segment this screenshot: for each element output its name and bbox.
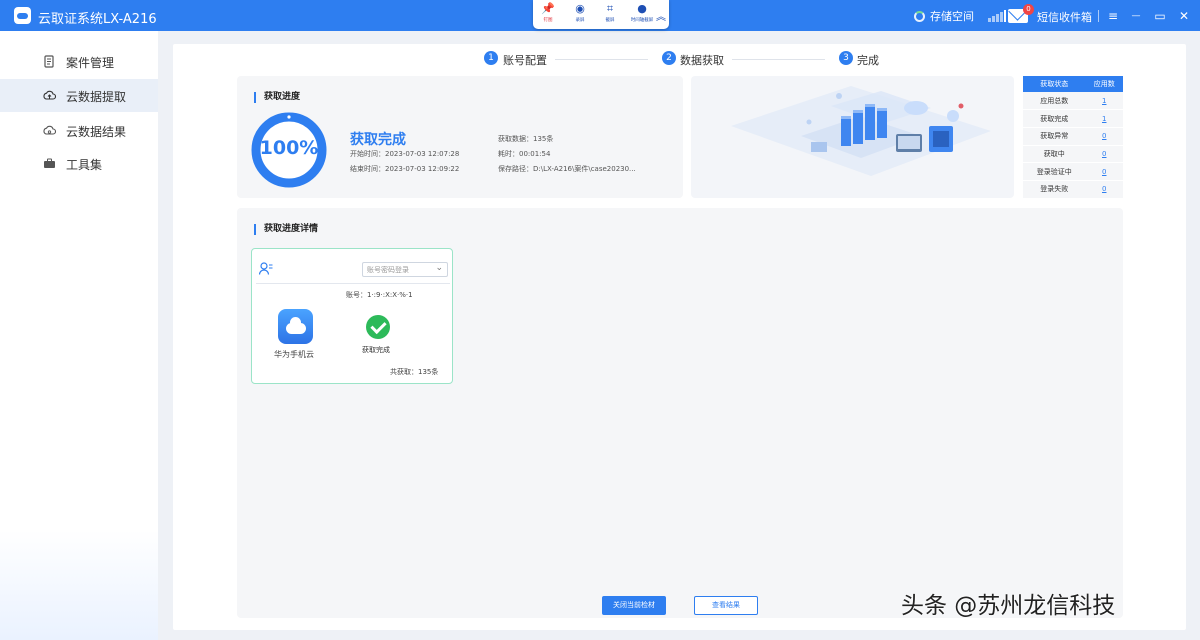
sidebar-item-cloud-result[interactable]: 云数据结果	[0, 114, 158, 147]
divider	[1098, 10, 1099, 22]
table-row: 获取中 0	[1023, 145, 1123, 164]
status-count-link[interactable]: 1	[1085, 109, 1123, 128]
sidebar: 案件管理 云数据提取 云数据结果 工具集	[0, 31, 158, 640]
app-title: 云取证系统LX-A216	[38, 12, 157, 27]
save-path: 保存路径：D:\LX-A216\案件\case20230...	[498, 165, 636, 173]
table-header: 获取状态	[1023, 76, 1086, 92]
duration: 耗时：00:01:54	[498, 150, 551, 158]
progress-detail-card: 获取进度详情 账号密码登录 ⌄ 账号：1·:9·:X:X·%·1 华为手机云 获…	[237, 208, 1123, 618]
status-label: 获取完成	[1023, 109, 1086, 128]
status-count-link[interactable]: 0	[1085, 127, 1123, 146]
status-count-link[interactable]: 0	[1085, 162, 1123, 181]
view-result-button[interactable]: 查看结果	[694, 596, 758, 615]
progress-status: 获取完成	[350, 132, 406, 148]
section-title: 获取进度	[254, 92, 300, 103]
storage-ring-icon	[914, 11, 925, 22]
status-count-link[interactable]: 1	[1085, 92, 1123, 111]
huawei-cloud-icon	[278, 309, 313, 344]
menu-icon[interactable]: ≡	[1104, 7, 1122, 25]
table-row: 获取完成 1	[1023, 109, 1123, 128]
total-count: 共获取：135条	[390, 368, 439, 376]
table-row: 获取异常 0	[1023, 127, 1123, 146]
chevron-down-icon: ⌄	[435, 263, 443, 273]
signal-icon	[988, 10, 1006, 22]
progress-card: 获取进度 100% 获取完成 开始时间：2023-07-03 12:07:28 …	[237, 76, 683, 198]
status-label: 登录验证中	[1023, 162, 1086, 181]
step-indicator: 1 账号配置 2 数据获取 3 完成	[173, 50, 1186, 68]
timeline-tool-button[interactable]: ● 时间轴截屏	[627, 2, 657, 28]
status-label: 登录失败	[1023, 180, 1086, 199]
status-count-link[interactable]: 0	[1085, 145, 1123, 164]
clock-icon: ●	[637, 2, 647, 15]
app-logo-icon	[14, 7, 31, 24]
main-panel: 1 账号配置 2 数据获取 3 完成 获取进度 100% 获取完成 开始时间：2…	[173, 44, 1186, 630]
end-time: 结束时间：2023-07-03 12:09:22	[350, 165, 460, 173]
minimize-icon[interactable]: —	[1127, 7, 1145, 25]
chevron-up-icon[interactable]: ︽	[656, 8, 666, 23]
cloud-upload-icon	[43, 90, 56, 100]
server-illustration	[691, 76, 1014, 198]
sidebar-item-cloud-extract[interactable]: 云数据提取	[0, 79, 158, 112]
status-table: 获取状态 应用数 应用总数 1 获取完成 1 获取异常 0 获取中 0 登录验证	[1023, 76, 1123, 199]
pin-tool-button[interactable]: 📌 钉图	[533, 2, 563, 28]
storage-label: 存储空间	[930, 10, 974, 23]
data-count: 获取数据：135条	[498, 135, 554, 143]
login-mode-select[interactable]: 账号密码登录 ⌄	[362, 262, 448, 277]
record-tool-button[interactable]: ◉ 录屏	[565, 2, 595, 28]
step-number: 1	[484, 51, 498, 65]
document-icon	[44, 55, 54, 68]
check-icon	[366, 315, 390, 339]
table-row: 应用总数 1	[1023, 92, 1123, 111]
divider	[256, 283, 450, 284]
crop-icon: ⌗	[606, 2, 614, 15]
maximize-icon[interactable]: ▭	[1151, 7, 1169, 25]
step-label: 账号配置	[503, 54, 547, 67]
app-name: 华为手机云	[274, 350, 314, 359]
progress-percent: 100%	[259, 137, 319, 159]
mail-badge: 0	[1023, 4, 1034, 15]
step-number: 3	[839, 51, 853, 65]
watermark: 头条 @苏州龙信科技	[901, 593, 1116, 619]
sms-inbox-label[interactable]: 短信收件箱	[1037, 9, 1092, 25]
app-status: 获取完成	[362, 346, 390, 354]
close-case-button[interactable]: 关闭当前检材	[602, 596, 666, 615]
status-count-link[interactable]: 0	[1085, 180, 1123, 199]
user-list-icon	[259, 262, 273, 275]
capture-toolbar: 📌 钉图 ◉ 录屏 ⌗ 截屏 ● 时间轴截屏 ︽	[533, 0, 669, 29]
title-bar: 云取证系统LX-A216 📌 钉图 ◉ 录屏 ⌗ 截屏 ● 时间轴截屏 ︽ 存储…	[0, 0, 1200, 31]
table-row: 登录失败 0	[1023, 180, 1123, 199]
step-label: 完成	[857, 54, 879, 67]
sidebar-decoration	[0, 530, 158, 640]
step-connector	[555, 59, 648, 60]
table-row: 登录验证中 0	[1023, 162, 1123, 181]
close-icon[interactable]: ✕	[1175, 7, 1193, 25]
step-connector	[732, 59, 825, 60]
cloud-result-icon	[43, 125, 56, 135]
status-label: 获取异常	[1023, 127, 1086, 146]
account-number: 账号：1·:9·:X:X·%·1	[346, 291, 413, 299]
step-label: 数据获取	[680, 54, 724, 67]
record-icon: ◉	[575, 2, 585, 15]
crop-tool-button[interactable]: ⌗ 截屏	[595, 2, 625, 28]
table-header: 应用数	[1085, 76, 1123, 92]
section-title: 获取进度详情	[254, 224, 318, 235]
status-label: 应用总数	[1023, 92, 1086, 111]
step-number: 2	[662, 51, 676, 65]
toolbox-icon	[44, 158, 55, 168]
status-label: 获取中	[1023, 145, 1086, 164]
start-time: 开始时间：2023-07-03 12:07:28	[350, 150, 460, 158]
pin-icon: 📌	[541, 2, 555, 15]
sidebar-item-toolbox[interactable]: 工具集	[0, 147, 158, 180]
account-card[interactable]: 账号密码登录 ⌄ 账号：1·:9·:X:X·%·1 华为手机云 获取完成 共获取…	[251, 248, 453, 384]
sidebar-item-case-management[interactable]: 案件管理	[0, 45, 158, 78]
storage-button[interactable]: 存储空间	[914, 8, 974, 24]
